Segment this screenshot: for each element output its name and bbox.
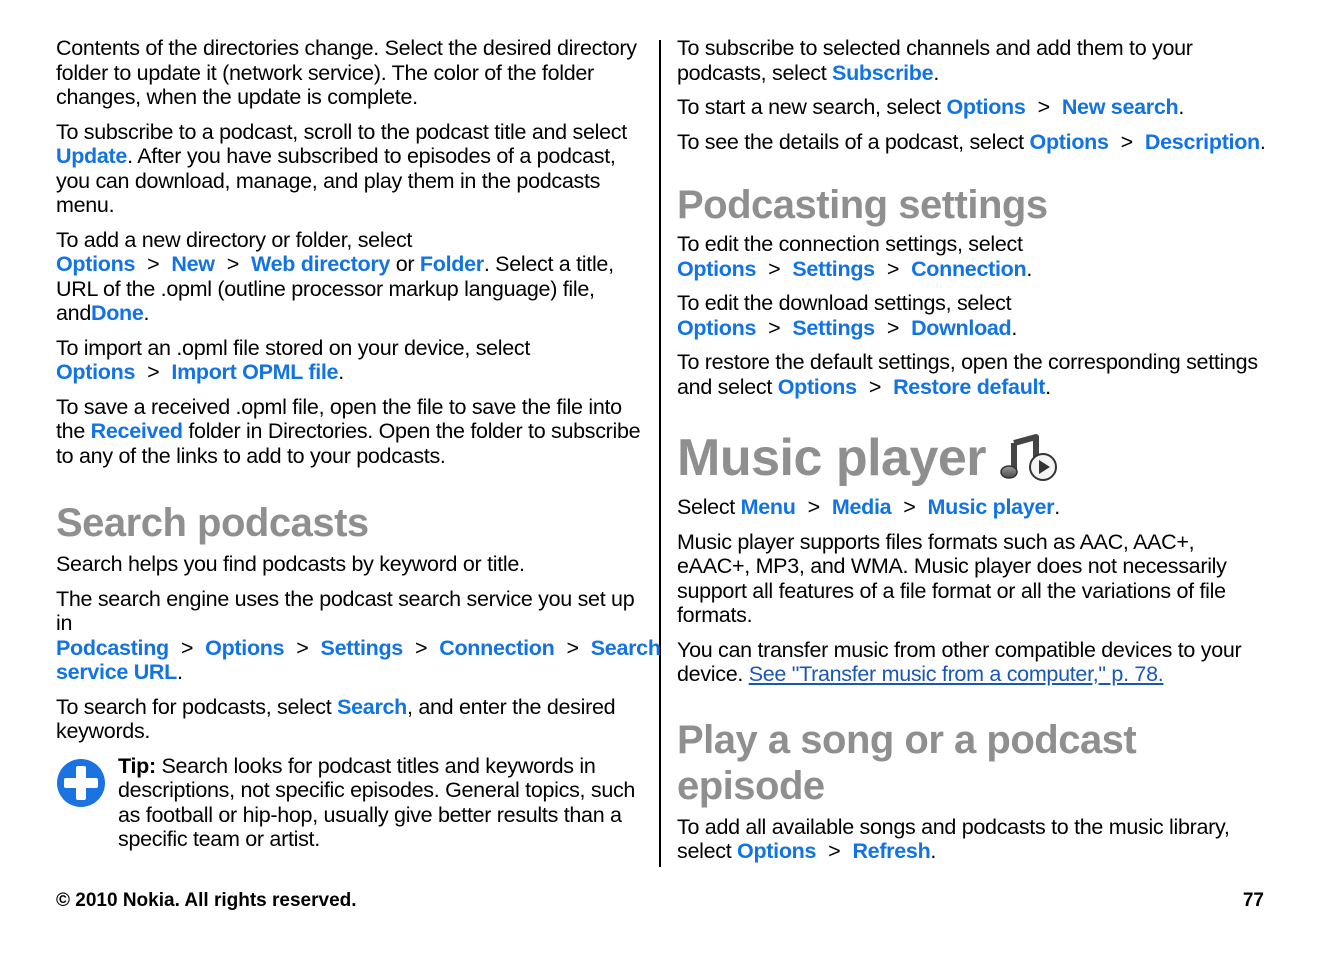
tip-box: Tip: Search looks for podcast titles and… xyxy=(56,754,646,852)
link-options[interactable]: Options xyxy=(677,316,756,340)
cross-reference-link[interactable]: See "Transfer music from a computer," p.… xyxy=(749,662,1164,686)
paragraph: To edit the download settings, select Op… xyxy=(677,291,1018,340)
link-options[interactable]: Options xyxy=(677,257,756,281)
link-connection[interactable]: Connection xyxy=(439,636,555,660)
link-refresh[interactable]: Refresh xyxy=(852,839,930,863)
paragraph: Music player supports files formats such… xyxy=(677,529,1227,628)
link-web-directory[interactable]: Web directory xyxy=(251,252,390,276)
page-number: 77 xyxy=(1242,890,1264,911)
link-received[interactable]: Received xyxy=(91,419,183,443)
paragraph: To start a new search, select Options > Ne… xyxy=(677,95,1185,119)
paragraph: Select Menu > Media > Music player. xyxy=(677,495,1060,519)
link-options[interactable]: Options xyxy=(205,636,284,660)
paragraph: To subscribe to selected channels and ad… xyxy=(677,36,1193,85)
paragraph: To see the details of a podcast, select … xyxy=(677,129,1266,154)
paragraph: To add all available songs and podcasts … xyxy=(677,814,1230,864)
link-music-player[interactable]: Music player xyxy=(928,495,1055,519)
link-folder[interactable]: Folder xyxy=(420,252,484,276)
tip-text: Tip: Search looks for podcast titles and… xyxy=(118,753,636,852)
tip-label: Tip: xyxy=(118,753,156,778)
paragraph: To import an .opml file stored on your d… xyxy=(56,335,531,385)
paragraph: To search for podcasts, select Search, a… xyxy=(56,694,616,744)
paragraph: Search helps you find podcasts by keywor… xyxy=(56,552,525,576)
link-update[interactable]: Update xyxy=(56,144,127,168)
heading-search-podcasts: Search podcasts xyxy=(56,501,369,545)
link-download[interactable]: Download xyxy=(911,316,1012,340)
link-media[interactable]: Media xyxy=(832,495,892,519)
column-divider xyxy=(659,40,661,867)
paragraph: To save a received .opml file, open the … xyxy=(56,394,641,468)
paragraph: To add a new directory or folder, select… xyxy=(56,227,614,326)
link-options[interactable]: Options xyxy=(778,375,857,399)
paragraph: The search engine uses the podcast searc… xyxy=(56,586,661,685)
link-done[interactable]: Done xyxy=(91,301,144,325)
link-options[interactable]: Options xyxy=(56,360,135,384)
paragraph: You can transfer music from other compat… xyxy=(677,637,1242,687)
link-options[interactable]: Options xyxy=(737,839,816,863)
link-restore-default[interactable]: Restore default xyxy=(893,375,1045,399)
link-settings[interactable]: Settings xyxy=(792,257,875,281)
link-search[interactable]: Search xyxy=(337,695,407,719)
paragraph: To restore the default settings, open th… xyxy=(677,350,1258,399)
link-options[interactable]: Options xyxy=(946,95,1025,119)
paragraph: Contents of the directories change. Sele… xyxy=(56,36,637,109)
copyright: © 2010 Nokia. All rights reserved. xyxy=(56,890,357,911)
link-new-search[interactable]: New search xyxy=(1062,95,1179,119)
link-settings[interactable]: Settings xyxy=(321,636,404,660)
link-subscribe[interactable]: Subscribe xyxy=(832,61,934,85)
link-options[interactable]: Options xyxy=(56,252,135,276)
link-connection[interactable]: Connection xyxy=(911,257,1027,281)
plus-circle-icon xyxy=(57,758,105,807)
heading-play-song: Play a song or a podcast episode xyxy=(677,717,1137,808)
link-options[interactable]: Options xyxy=(1030,130,1109,154)
paragraph: To subscribe to a podcast, scroll to the… xyxy=(56,119,627,218)
link-description[interactable]: Description xyxy=(1145,130,1260,154)
link-menu[interactable]: Menu xyxy=(741,495,796,519)
link-new[interactable]: New xyxy=(171,252,215,276)
link-podcasting[interactable]: Podcasting xyxy=(56,636,169,660)
heading-music-player: Music player xyxy=(677,429,1267,487)
heading-podcasting-settings: Podcasting settings xyxy=(677,183,1048,227)
link-settings[interactable]: Settings xyxy=(792,316,875,340)
left-column: Contents of the directories change. Sele… xyxy=(56,36,661,862)
link-import-opml[interactable]: Import OPML file xyxy=(171,360,338,384)
paragraph: To edit the connection settings, select … xyxy=(677,232,1033,281)
right-column: To subscribe to selected channels and ad… xyxy=(677,36,1267,874)
music-player-icon xyxy=(1000,434,1058,481)
